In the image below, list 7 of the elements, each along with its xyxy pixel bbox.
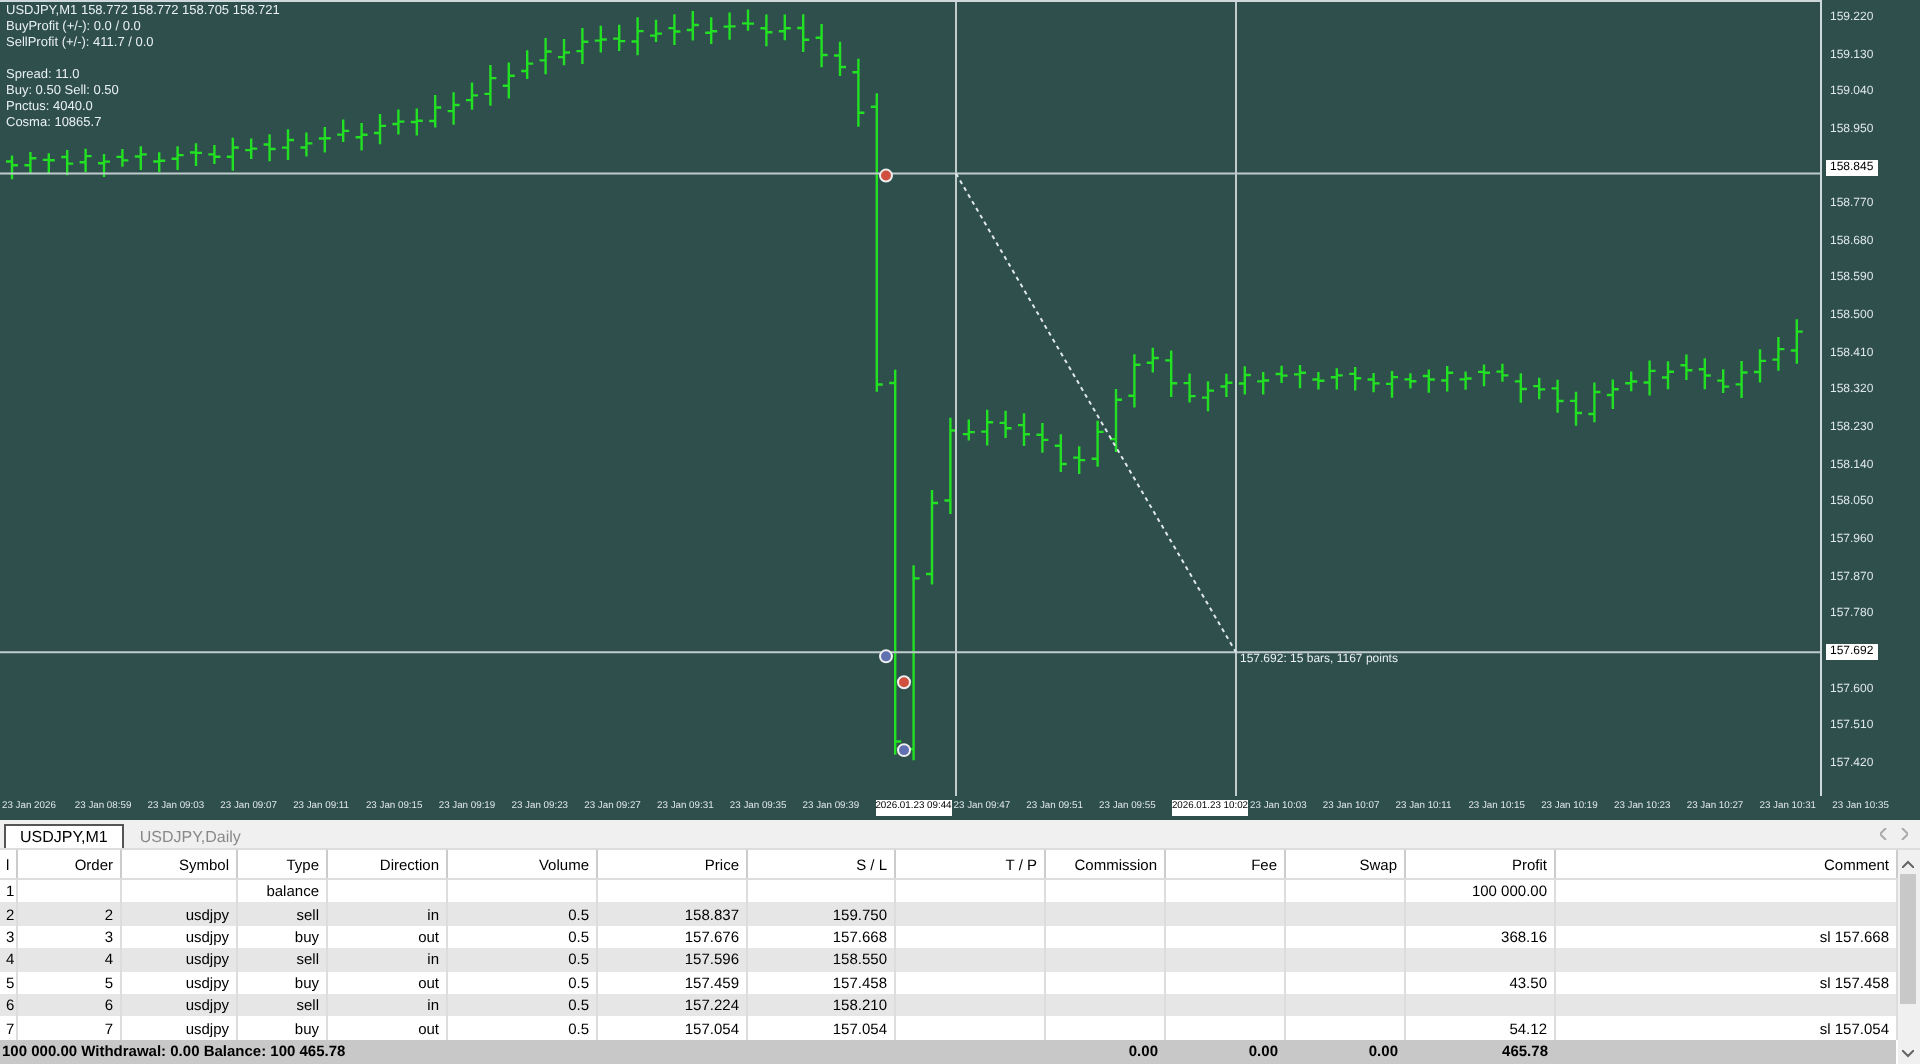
trade-marker-icon	[879, 168, 893, 183]
scrollbar[interactable]	[1897, 850, 1920, 1064]
trade-marker-icon	[879, 649, 893, 664]
scrollbar-thumb[interactable]	[1900, 874, 1917, 1004]
chart-tab[interactable]: USDJPY,M1	[4, 824, 124, 848]
trade-marker-icon	[897, 743, 911, 758]
trade-marker-icon	[897, 675, 911, 690]
